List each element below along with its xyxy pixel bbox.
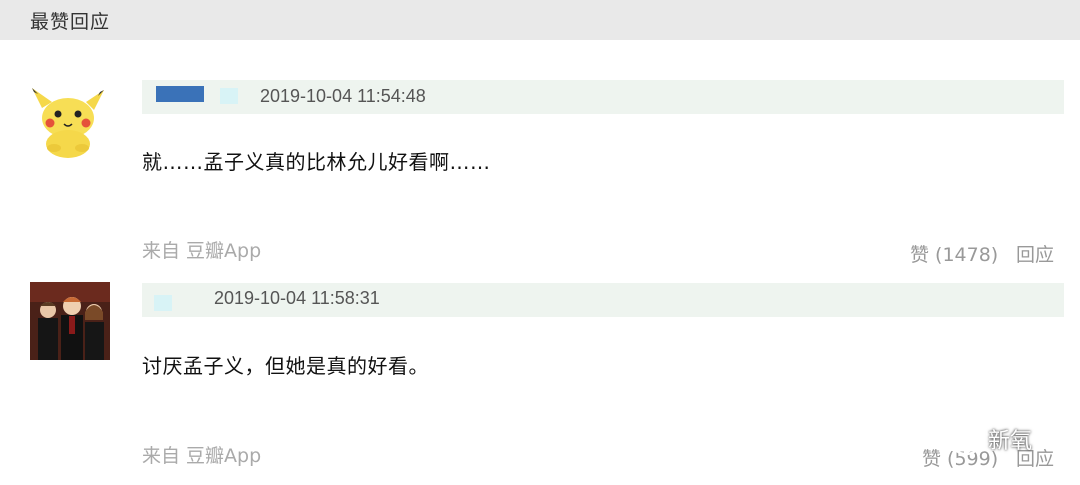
section-header: 最赞回应 — [0, 0, 1080, 40]
section-title: 最赞回应 — [30, 11, 111, 33]
comment-timestamp: 2019-10-04 11:58:31 — [214, 288, 380, 308]
comments-page: 最赞回应 2019-10-04 11:54:48 就……孟子义真的比林允儿好看啊… — [0, 0, 1080, 485]
comment-meta-bar: 2019-10-04 11:58:31 — [142, 283, 1064, 317]
username-redacted[interactable] — [154, 295, 172, 311]
harry-potter-avatar-icon[interactable] — [30, 282, 110, 360]
like-button[interactable]: 赞 (1478) — [910, 240, 998, 267]
comment-source: 来自 豆瓣App — [142, 445, 262, 467]
username-redacted-fragment — [220, 88, 238, 104]
username-redacted[interactable] — [156, 86, 204, 102]
comment-source: 来自 豆瓣App — [142, 240, 262, 262]
comment-body: 讨厌孟子义，但她是真的好看。 — [142, 354, 429, 378]
wechat-icon — [936, 421, 981, 456]
watermark: 新氧 — [936, 420, 1032, 458]
reply-button[interactable]: 回应 — [1016, 240, 1054, 267]
comment-timestamp: 2019-10-04 11:54:48 — [260, 86, 426, 106]
pikachu-avatar-icon[interactable] — [28, 86, 108, 158]
watermark-text: 新氧 — [988, 429, 1033, 454]
comment-body: 就……孟子义真的比林允儿好看啊…… — [142, 150, 491, 174]
comment-meta-bar: 2019-10-04 11:54:48 — [142, 80, 1064, 114]
